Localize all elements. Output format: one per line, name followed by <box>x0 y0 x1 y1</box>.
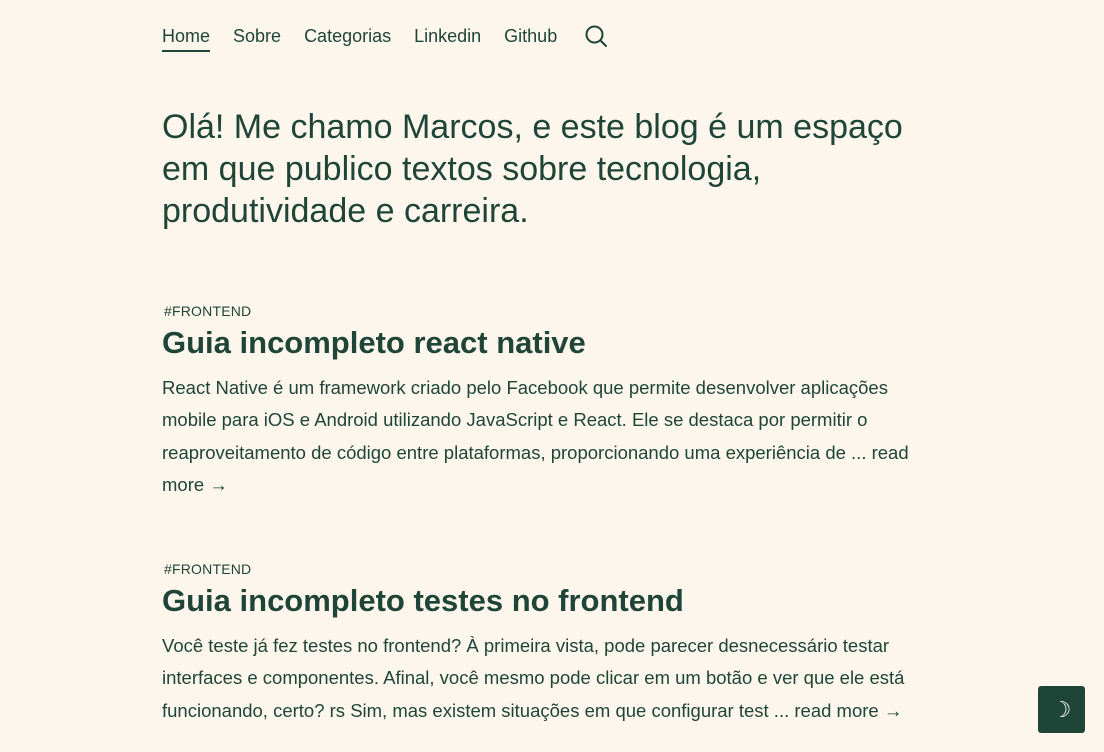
read-more-link[interactable]: read more → <box>794 700 902 721</box>
nav-item-github[interactable]: Github <box>504 20 557 52</box>
post-title[interactable]: Guia incompleto testes no frontend <box>162 580 937 622</box>
nav-item-linkedin[interactable]: Linkedin <box>414 20 481 52</box>
nav-item-home[interactable]: Home <box>162 20 211 52</box>
moon-icon: ☽ <box>1051 696 1072 722</box>
intro-heading: Olá! Me chamo Marcos, e este blog é um e… <box>162 108 903 230</box>
search-icon <box>585 25 608 47</box>
post-excerpt: Você teste já fez testes no frontend? À … <box>162 630 937 727</box>
post-card: #FRONTEND Guia incompleto react native R… <box>162 302 937 502</box>
theme-toggle-button[interactable]: ☽ <box>1038 686 1085 733</box>
nav-item-categorias[interactable]: Categorias <box>304 20 391 52</box>
main-nav: Home Sobre Categorias Linkedin Github <box>162 20 610 52</box>
post-card: #FRONTEND Guia incompleto testes no fron… <box>162 560 937 727</box>
page: Home Sobre Categorias Linkedin Github Ol… <box>0 0 1104 752</box>
post-title[interactable]: Guia incompleto react native <box>162 322 937 364</box>
post-excerpt-text: React Native é um framework criado pelo … <box>162 377 888 463</box>
post-tag[interactable]: #FRONTEND <box>162 302 937 320</box>
post-tag[interactable]: #FRONTEND <box>162 560 937 578</box>
nav-item-sobre[interactable]: Sobre <box>233 20 281 52</box>
post-excerpt: React Native é um framework criado pelo … <box>162 372 937 502</box>
search-button[interactable] <box>582 22 610 50</box>
